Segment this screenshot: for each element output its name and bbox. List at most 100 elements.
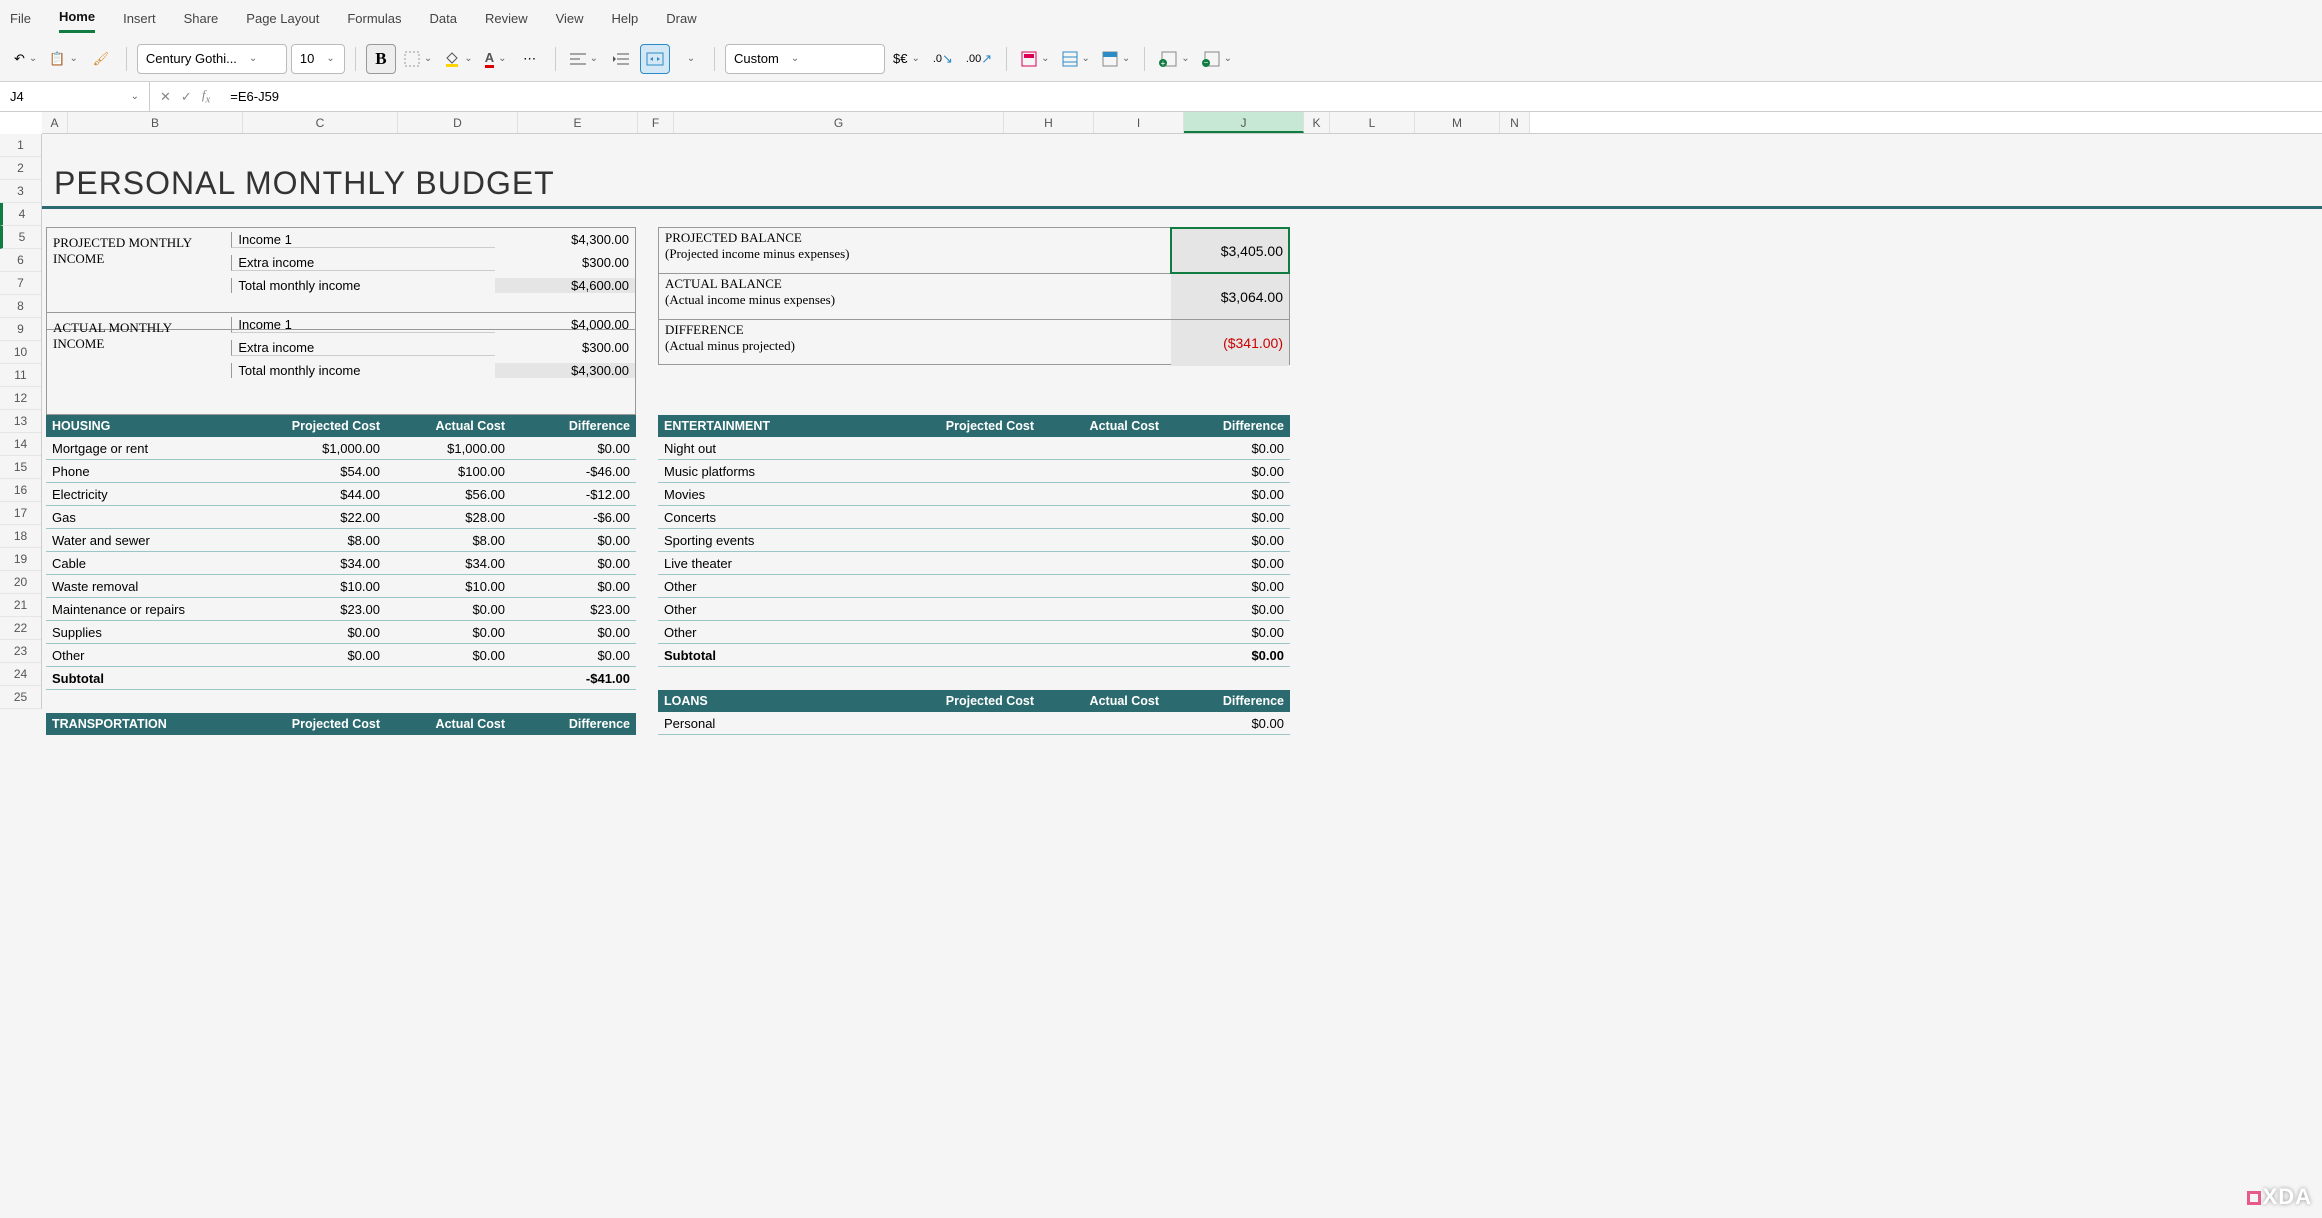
tab-help[interactable]: Help (612, 5, 639, 32)
row-header-25[interactable]: 25 (0, 686, 41, 709)
formula-input[interactable] (220, 89, 2322, 104)
row-header-18[interactable]: 18 (0, 525, 41, 548)
income-row[interactable]: Total monthly income (231, 363, 495, 378)
name-box[interactable]: J4⌄ (0, 82, 150, 111)
fill-color-button[interactable]: ⌄ (440, 44, 476, 74)
row-header-4[interactable]: 4 (0, 203, 41, 226)
table-row[interactable]: Other$0.00 (658, 621, 1290, 644)
increase-decimal-button[interactable]: .00↗ (962, 44, 996, 74)
format-table-button[interactable]: ⌄ (1058, 44, 1094, 74)
row-header-6[interactable]: 6 (0, 249, 41, 272)
cell-styles-button[interactable]: ⌄ (1098, 44, 1134, 74)
column-header-J[interactable]: J (1184, 112, 1304, 133)
row-header-20[interactable]: 20 (0, 571, 41, 594)
row-header-7[interactable]: 7 (0, 272, 41, 295)
income-row[interactable]: Extra income (231, 255, 495, 271)
number-format-select[interactable]: Custom⌄ (725, 44, 885, 74)
merge-cells-button[interactable] (640, 44, 670, 74)
income-row[interactable]: Extra income (231, 340, 495, 356)
row-header-11[interactable]: 11 (0, 364, 41, 387)
column-header-D[interactable]: D (398, 112, 518, 133)
table-row[interactable]: Night out$0.00 (658, 437, 1290, 460)
decrease-decimal-button[interactable]: .0↘ (928, 44, 958, 74)
column-header-F[interactable]: F (638, 112, 674, 133)
table-row[interactable]: Electricity$44.00$56.00-$12.00 (46, 483, 636, 506)
font-size-select[interactable]: 10⌄ (291, 44, 345, 74)
tab-insert[interactable]: Insert (123, 5, 156, 32)
indent-button[interactable] (606, 44, 636, 74)
income-value[interactable]: $300.00 (495, 340, 635, 355)
conditional-format-button[interactable]: ⌄ (1017, 44, 1053, 74)
column-header-C[interactable]: C (243, 112, 398, 133)
row-header-12[interactable]: 12 (0, 387, 41, 410)
income-value[interactable]: $300.00 (495, 255, 635, 270)
row-header-22[interactable]: 22 (0, 617, 41, 640)
row-header-9[interactable]: 9 (0, 318, 41, 341)
table-row[interactable]: Maintenance or repairs$23.00$0.00$23.00 (46, 598, 636, 621)
tab-page-layout[interactable]: Page Layout (246, 5, 319, 32)
table-row[interactable]: Supplies$0.00$0.00$0.00 (46, 621, 636, 644)
subtotal-row[interactable]: Subtotal $0.00 (658, 644, 1290, 667)
projected-balance-cell[interactable]: $3,405.00 (1171, 228, 1289, 273)
column-header-I[interactable]: I (1094, 112, 1184, 133)
font-color-button[interactable]: A⌄ (481, 44, 511, 74)
row-header-13[interactable]: 13 (0, 410, 41, 433)
format-painter-button[interactable]: 🖌 (86, 44, 116, 74)
more-font-button[interactable]: ⋯ (515, 44, 545, 74)
column-header-B[interactable]: B (68, 112, 243, 133)
column-header-N[interactable]: N (1500, 112, 1530, 133)
table-row[interactable]: Other$0.00$0.00$0.00 (46, 644, 636, 667)
merge-dropdown[interactable]: ⌄ (674, 44, 704, 74)
table-row[interactable]: Gas$22.00$28.00-$6.00 (46, 506, 636, 529)
row-header-15[interactable]: 15 (0, 456, 41, 479)
accept-formula-icon[interactable]: ✓ (181, 89, 192, 105)
income-value[interactable]: $4,000.00 (495, 317, 635, 332)
tab-file[interactable]: File (10, 5, 31, 32)
fx-icon[interactable]: fx (202, 87, 210, 106)
table-row[interactable]: Phone$54.00$100.00-$46.00 (46, 460, 636, 483)
row-header-8[interactable]: 8 (0, 295, 41, 318)
column-header-E[interactable]: E (518, 112, 638, 133)
paste-button[interactable]: 📋⌄ (45, 44, 82, 74)
table-row[interactable]: Water and sewer$8.00$8.00$0.00 (46, 529, 636, 552)
table-row[interactable]: Sporting events$0.00 (658, 529, 1290, 552)
row-header-21[interactable]: 21 (0, 594, 41, 617)
column-header-L[interactable]: L (1330, 112, 1415, 133)
table-row[interactable]: Music platforms$0.00 (658, 460, 1290, 483)
column-header-G[interactable]: G (674, 112, 1004, 133)
tab-view[interactable]: View (556, 5, 584, 32)
row-header-14[interactable]: 14 (0, 433, 41, 456)
row-header-19[interactable]: 19 (0, 548, 41, 571)
row-header-10[interactable]: 10 (0, 341, 41, 364)
bold-button[interactable]: B (366, 44, 396, 74)
row-header-23[interactable]: 23 (0, 640, 41, 663)
table-row[interactable]: Live theater$0.00 (658, 552, 1290, 575)
table-row[interactable]: Movies$0.00 (658, 483, 1290, 506)
income-value[interactable]: $4,300.00 (495, 232, 635, 247)
delete-cells-button[interactable]: −⌄ (1198, 44, 1236, 74)
column-header-K[interactable]: K (1304, 112, 1330, 133)
row-header-17[interactable]: 17 (0, 502, 41, 525)
column-header-H[interactable]: H (1004, 112, 1094, 133)
table-row[interactable]: Cable$34.00$34.00$0.00 (46, 552, 636, 575)
row-header-3[interactable]: 3 (0, 180, 41, 203)
column-header-A[interactable]: A (42, 112, 68, 133)
currency-button[interactable]: $€⌄ (889, 44, 924, 74)
difference-cell[interactable]: ($341.00) (1171, 320, 1289, 366)
table-row[interactable]: Waste removal$10.00$10.00$0.00 (46, 575, 636, 598)
income-row[interactable]: Income 1 (231, 317, 495, 333)
font-select[interactable]: Century Gothi...⌄ (137, 44, 287, 74)
row-header-1[interactable]: 1 (0, 134, 41, 157)
tab-review[interactable]: Review (485, 5, 528, 32)
tab-formulas[interactable]: Formulas (347, 5, 401, 32)
income-row[interactable]: Income 1 (231, 232, 495, 248)
income-row[interactable]: Total monthly income (231, 278, 495, 293)
tab-draw[interactable]: Draw (666, 5, 696, 32)
actual-balance-cell[interactable]: $3,064.00 (1171, 274, 1289, 319)
row-header-2[interactable]: 2 (0, 157, 41, 180)
row-header-16[interactable]: 16 (0, 479, 41, 502)
income-total[interactable]: $4,300.00 (495, 363, 635, 378)
income-total[interactable]: $4,600.00 (495, 278, 635, 293)
table-row[interactable]: Other$0.00 (658, 575, 1290, 598)
tab-share[interactable]: Share (184, 5, 219, 32)
